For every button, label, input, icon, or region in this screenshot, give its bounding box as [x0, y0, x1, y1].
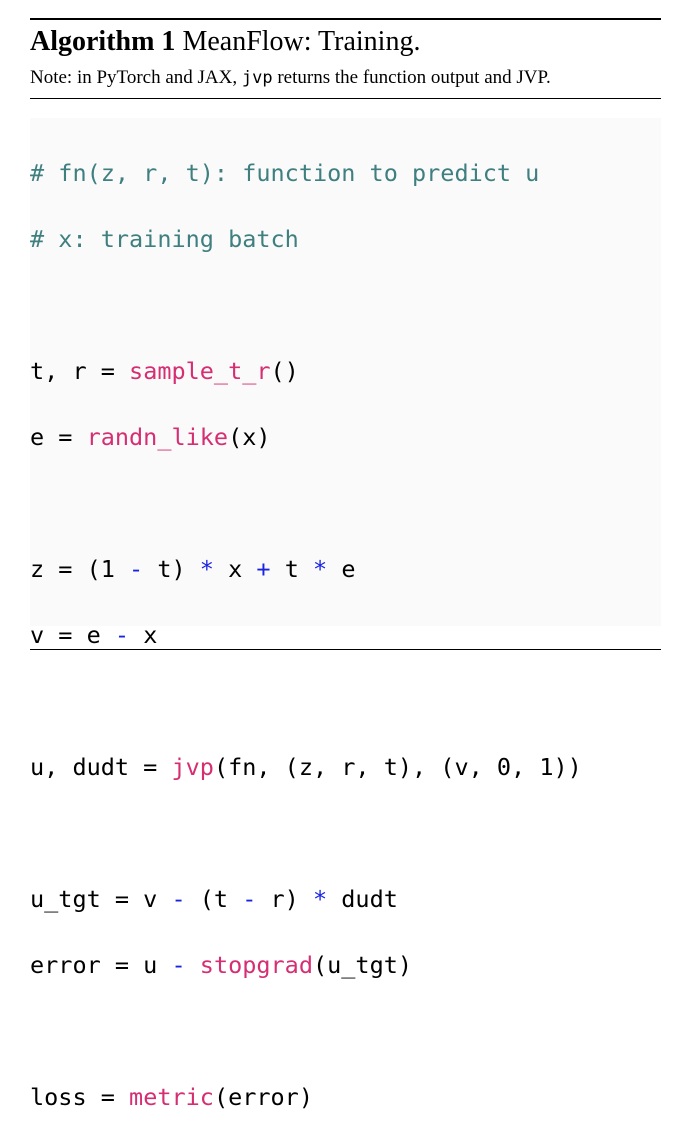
code-function: metric — [129, 1083, 214, 1111]
note-prefix: Note: in PyTorch and JAX, — [30, 67, 242, 88]
code-operator: + — [256, 555, 271, 583]
code-text: x — [213, 555, 257, 583]
code-line: v = e - x — [30, 619, 582, 652]
code-operator: * — [199, 555, 214, 583]
algorithm-title: MeanFlow: Training. — [182, 26, 421, 57]
code-text: loss = — [30, 1083, 130, 1111]
code-function: jvp — [171, 753, 214, 781]
code-operator: - — [242, 885, 257, 913]
code-line: t, r = sample_t_r() — [30, 355, 582, 388]
code-line: # x: training batch — [30, 223, 582, 256]
code-operator: * — [312, 885, 328, 913]
code-text: r) — [256, 885, 313, 913]
code-line: error = u - stopgrad(u_tgt) — [30, 949, 582, 982]
code-text: (error) — [213, 1083, 313, 1111]
top-rule — [30, 18, 661, 20]
code-text: t — [270, 555, 314, 583]
note-code-word: jvp — [241, 68, 273, 88]
code-comment: # x: training batch — [30, 225, 299, 253]
header-rule — [30, 98, 661, 99]
code-line: # fn(z, r, t): function to predict u — [30, 157, 582, 190]
code-function: sample_t_r — [129, 357, 271, 385]
code-function: stopgrad — [199, 951, 313, 979]
code-block: # fn(z, r, t): function to predict u # x… — [30, 124, 582, 1147]
code-text: e = — [30, 423, 87, 451]
algorithm-note: Note: in PyTorch and JAX, jvp returns th… — [30, 66, 670, 90]
code-line: u_tgt = v - (t - r) * dudt — [30, 883, 582, 916]
code-line: loss = metric(error) — [30, 1081, 582, 1114]
code-operator: - — [129, 555, 144, 583]
algorithm-label: Algorithm 1 — [30, 26, 176, 57]
note-suffix: returns the function output and JVP. — [272, 67, 551, 88]
code-text: z = (1 — [30, 555, 130, 583]
code-operator: - — [114, 621, 130, 649]
code-text: x — [129, 621, 158, 649]
code-text: (fn, (z, r, t), (v, 0, 1)) — [213, 753, 582, 781]
code-line: z = (1 - t) * x + t * e — [30, 553, 582, 586]
code-text: e — [327, 555, 356, 583]
code-operator: - — [171, 951, 186, 979]
code-function: randn_like — [86, 423, 229, 451]
code-text: dudt — [327, 885, 398, 913]
code-text: v = e — [30, 621, 115, 649]
code-text: u, dudt = — [30, 753, 172, 781]
code-operator: * — [313, 555, 328, 583]
bottom-rule — [30, 649, 661, 650]
code-text: t, r = — [30, 357, 130, 385]
code-comment: # fn(z, r, t): function to predict u — [30, 159, 540, 187]
code-text: (t — [185, 885, 243, 913]
code-line: u, dudt = jvp(fn, (z, r, t), (v, 0, 1)) — [30, 751, 582, 784]
code-text: t) — [143, 555, 200, 583]
code-text: error = u — [30, 951, 172, 979]
code-operator: - — [171, 885, 186, 913]
code-text: (u_tgt) — [312, 951, 413, 979]
code-line: e = randn_like(x) — [30, 421, 582, 454]
code-text: (x) — [228, 423, 271, 451]
algorithm-header: Algorithm 1 MeanFlow: Training. — [30, 25, 670, 59]
code-text: () — [270, 357, 299, 385]
code-text: u_tgt = v — [30, 885, 172, 913]
